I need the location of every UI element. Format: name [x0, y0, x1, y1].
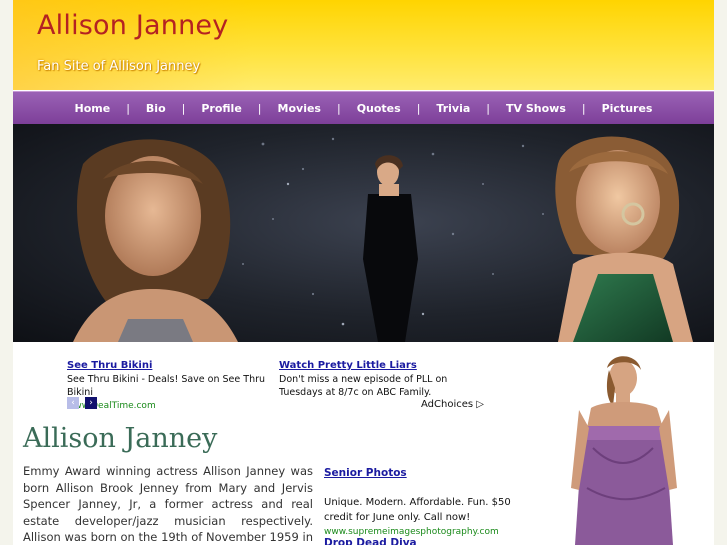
ad-next-arrow-icon[interactable]: › — [85, 397, 97, 409]
ad-see-thru-bikini: See Thru Bikini See Thru Bikini - Deals!… — [67, 359, 279, 413]
right-page-margin — [714, 0, 727, 545]
ad-text: Unique. Modern. Affordable. Fun. $50 cre… — [324, 497, 511, 523]
ad-pretty-little-liars: Watch Pretty Little Liars Don't miss a n… — [279, 359, 491, 399]
nav-separator: | — [336, 101, 341, 115]
ad-text: Don't miss a new episode of PLL on Tuesd… — [279, 374, 448, 398]
nav-trivia[interactable]: Trivia — [426, 102, 480, 115]
ad-title-link[interactable]: See Thru Bikini — [67, 359, 279, 372]
site-subtitle: Fan Site of Allison Janney — [37, 59, 201, 74]
nav-tv-shows[interactable]: TV Shows — [496, 102, 576, 115]
left-page-margin — [0, 0, 13, 545]
banner-illustration — [73, 136, 693, 342]
article-title: Allison Janney — [23, 423, 218, 454]
ad-drop-dead-diva: Drop Dead Diva — [324, 536, 529, 545]
ad-prev-arrow-icon[interactable]: ‹ — [67, 397, 79, 409]
site-title[interactable]: Allison Janney — [37, 10, 228, 41]
nav-separator: | — [486, 101, 490, 115]
nav-home[interactable]: Home — [65, 102, 121, 115]
nav-quotes[interactable]: Quotes — [347, 102, 411, 115]
nav-separator: | — [416, 101, 421, 115]
nav-bio[interactable]: Bio — [136, 102, 176, 115]
adchoices-link[interactable]: AdChoices ▷ — [421, 399, 484, 410]
nav-separator: | — [257, 101, 262, 115]
ad-title-link[interactable]: Senior Photos — [324, 466, 529, 481]
header-banner-photo — [13, 124, 714, 342]
top-ad-unit: See Thru Bikini See Thru Bikini - Deals!… — [13, 343, 493, 418]
page-container: Allison Janney Fan Site of Allison Janne… — [13, 0, 714, 545]
ad-text: See Thru Bikini - Deals! Save on See Thr… — [67, 374, 266, 398]
ad-title-link[interactable]: Drop Dead Diva — [324, 536, 529, 545]
nav-separator: | — [181, 101, 186, 115]
ad-url-link[interactable]: www.DealTime.com — [67, 401, 156, 411]
ad-title-link[interactable]: Watch Pretty Little Liars — [279, 359, 491, 372]
nav-separator: | — [581, 101, 586, 115]
nav-profile[interactable]: Profile — [191, 102, 251, 115]
ad-senior-photos: Senior Photos Unique. Modern. Affordable… — [324, 466, 529, 540]
main-navigation: Home | Bio | Profile | Movies | Quotes |… — [13, 91, 714, 125]
allison-janney-photo — [571, 356, 677, 545]
nav-pictures[interactable]: Pictures — [592, 102, 663, 115]
site-header: Allison Janney Fan Site of Allison Janne… — [13, 0, 714, 90]
nav-separator: | — [126, 101, 130, 115]
article-body: Emmy Award winning actress Allison Janne… — [23, 464, 313, 544]
nav-movies[interactable]: Movies — [268, 102, 331, 115]
